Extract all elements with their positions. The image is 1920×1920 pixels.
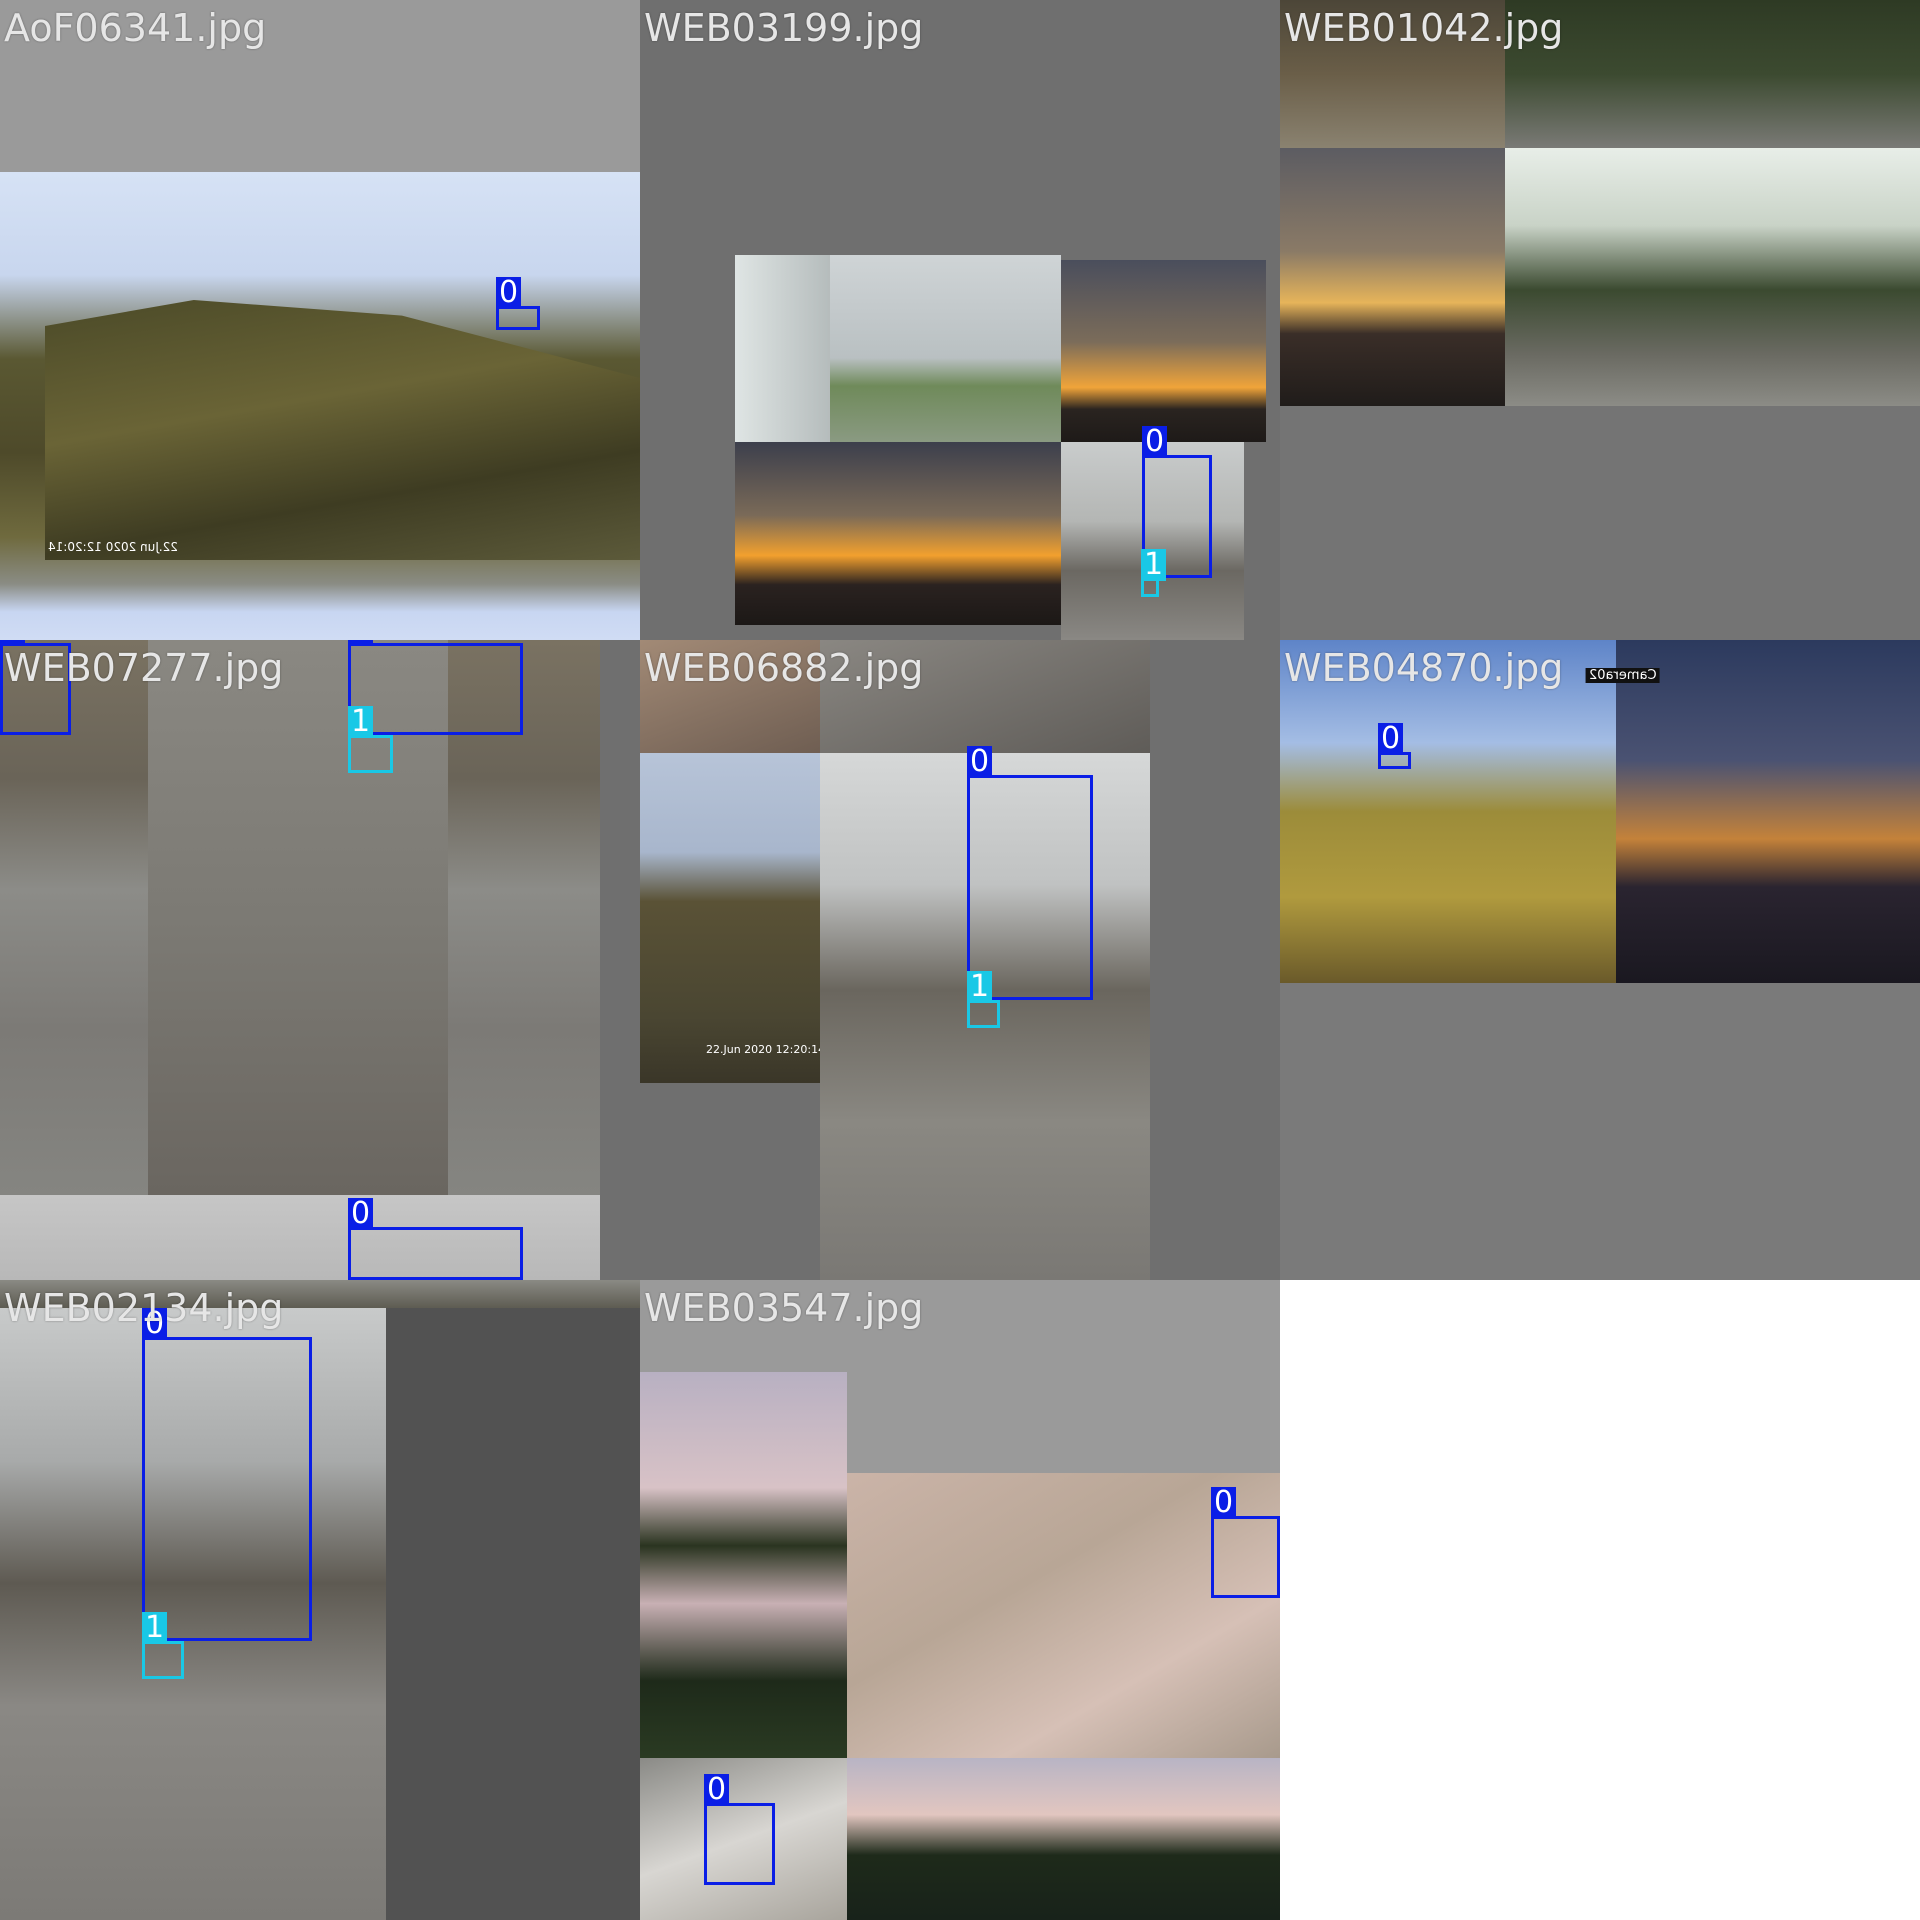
detection-box-0: 0 — [142, 1308, 312, 1641]
class-label: 0 — [704, 1774, 730, 1806]
detection-box-1: 1 — [967, 971, 1000, 1028]
detection-box-0: 0 — [1378, 723, 1411, 769]
tile-filename: WEB03547.jpg — [644, 1286, 924, 1330]
class-label: 0 — [1378, 723, 1404, 755]
tile-filename: WEB03199.jpg — [644, 6, 924, 50]
window-wall — [735, 255, 830, 442]
class-label: 0 — [1142, 426, 1168, 458]
class-label: 1 — [967, 971, 993, 1003]
timestamp-overlay: 22.Jun 2020 12:20:14 — [706, 1043, 826, 1056]
treeline-photo — [847, 1758, 1280, 1920]
hillside-photo — [1280, 640, 1616, 983]
mosaic-tile-4: WEB07277.jpg 0 0 1 0 — [0, 640, 640, 1280]
tile-filename: WEB02134.jpg — [4, 1286, 284, 1330]
detection-box-1: 1 — [1141, 549, 1167, 597]
hillside-photo — [640, 753, 820, 1083]
mosaic-tile-6: Camera02 WEB04870.jpg 0 — [1280, 640, 1920, 1280]
tile-filename: WEB04870.jpg — [1284, 646, 1564, 690]
detection-box-0: 0 — [348, 1198, 523, 1280]
detection-box-1: 1 — [348, 706, 393, 773]
mosaic-tile-5: 22.Jun 2020 12:20:14 WEB06882.jpg 0 1 — [640, 640, 1280, 1280]
class-label: 0 — [348, 1198, 374, 1230]
tile-filename: WEB01042.jpg — [1284, 6, 1564, 50]
mosaic-tile-8: WEB03547.jpg 0 0 — [640, 1280, 1280, 1920]
camera-label-overlay: Camera02 — [1586, 668, 1660, 683]
class-label: 1 — [1141, 549, 1167, 581]
road-photo-1 — [1505, 0, 1920, 148]
detection-box-0: 0 — [348, 640, 523, 735]
detection-box-0: 0 — [967, 746, 1093, 1000]
sunset-photo-1 — [1061, 260, 1266, 442]
timestamp-overlay: 22.Jun 2020 12:20:14 — [48, 540, 178, 554]
tile-filename: AoF06341.jpg — [4, 6, 267, 50]
mosaic-tile-2: WEB03199.jpg 0 1 — [640, 0, 1280, 640]
mosaic-tile-3: WEB01042.jpg — [1280, 0, 1920, 640]
detection-box-0: 0 — [704, 1774, 775, 1885]
class-label: 0 — [1211, 1487, 1237, 1519]
dusk-photo — [1616, 640, 1920, 983]
mosaic-tile-7: WEB02134.jpg 0 1 — [0, 1280, 640, 1920]
detection-box-1: 1 — [142, 1612, 184, 1679]
mosaic-tile-1: 22.Jun 2020 12:20:14 AoF06341.jpg 0 — [0, 0, 640, 640]
class-label: 0 — [348, 640, 374, 646]
tile-filename: WEB07277.jpg — [4, 646, 284, 690]
class-label: 0 — [496, 277, 522, 309]
lake-photo — [640, 1372, 847, 1758]
sunset-photo — [1280, 148, 1505, 406]
sunset-photo-2 — [735, 442, 1061, 625]
class-label: 0 — [967, 746, 993, 778]
detection-box-0: 0 — [496, 277, 540, 330]
class-label: 1 — [142, 1612, 168, 1644]
road-photo-2 — [1505, 148, 1920, 406]
tile-filename: WEB06882.jpg — [644, 646, 924, 690]
detection-box-0: 0 — [1211, 1487, 1280, 1598]
class-label: 1 — [348, 706, 374, 738]
